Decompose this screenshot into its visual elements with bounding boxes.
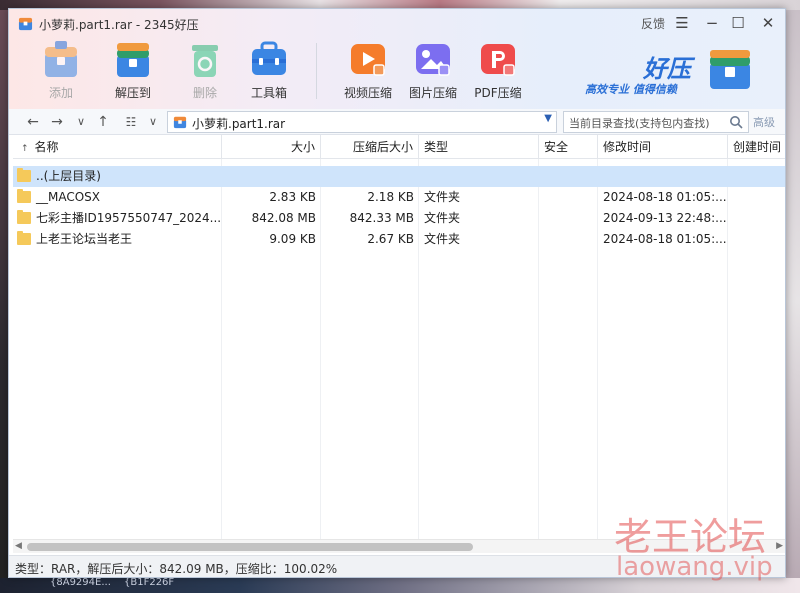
row-type: 文件夹: [424, 232, 461, 246]
folder-icon: [17, 231, 31, 245]
extract-to-button[interactable]: 解压到: [105, 39, 161, 105]
up-level-icon[interactable]: ↑: [93, 112, 113, 132]
row-type: 文件夹: [424, 190, 461, 204]
advanced-search-link[interactable]: 高级: [753, 114, 775, 130]
history-dropdown-icon[interactable]: ∨: [71, 112, 91, 132]
header: 小萝莉.part1.rar - 2345好压 反馈 ☰ − ☐ ✕ 添加 解压到…: [9, 9, 785, 109]
column-header-row: ↑ 名称 大小 压缩后大小 类型 安全 修改时间 创建时间: [13, 135, 785, 159]
add-icon: [45, 41, 77, 77]
folder-icon: [17, 210, 31, 224]
tool-label: 图片压缩: [408, 86, 457, 100]
pdf-compress-icon: [481, 44, 515, 76]
row-packed-size: 2.67 KB: [367, 232, 414, 246]
background-text: {8A9294E...: [50, 577, 111, 588]
status-text: 类型：RAR，解压后大小：842.09 MB，压缩比：100.02%: [15, 562, 338, 576]
toolbox-button[interactable]: 工具箱: [241, 39, 297, 105]
row-size: 9.09 KB: [269, 232, 316, 246]
watermark-url: laowang.vip: [616, 552, 773, 582]
table-row[interactable]: __MACOSX 2.83 KB 2.18 KB 文件夹 2024-08-18 …: [13, 187, 785, 208]
back-icon[interactable]: ←: [23, 112, 43, 132]
address-bar: ← → ∨ ↑ ☷ ∨ 小萝莉.part1.rar ▼ 当前目录查找(支持包内查…: [9, 109, 785, 135]
app-window: 小萝莉.part1.rar - 2345好压 反馈 ☰ − ☐ ✕ 添加 解压到…: [8, 8, 786, 578]
window-title: 小萝莉.part1.rar - 2345好压: [39, 18, 199, 32]
app-icon: [18, 17, 33, 31]
row-name: 七彩主播ID1957550747_2024...: [36, 211, 221, 225]
folder-icon: [17, 189, 31, 203]
video-compress-button[interactable]: 视频压缩: [340, 39, 396, 105]
table-row[interactable]: 七彩主播ID1957550747_2024... 842.08 MB 842.3…: [13, 208, 785, 229]
column-header-security[interactable]: 安全: [539, 135, 598, 159]
scroll-left-icon[interactable]: ◀: [15, 541, 22, 551]
menu-icon[interactable]: ☰: [671, 13, 693, 33]
column-header-size[interactable]: 大小: [222, 135, 321, 159]
column-header-packed-size[interactable]: 压缩后大小: [321, 135, 419, 159]
row-size: 2.83 KB: [269, 190, 316, 204]
path-dropdown-icon[interactable]: ▼: [544, 113, 552, 124]
sort-arrow-icon: ↑: [21, 144, 29, 154]
column-header-modified[interactable]: 修改时间: [598, 135, 728, 159]
row-modified: 2024-08-18 01:05:...: [603, 232, 727, 246]
column-header-name[interactable]: ↑ 名称: [13, 135, 222, 159]
search-icon[interactable]: [729, 115, 743, 129]
path-field[interactable]: 小萝莉.part1.rar ▼: [167, 111, 557, 133]
delete-icon: [192, 45, 218, 77]
row-name: 上老王论坛当老王: [36, 232, 133, 246]
forward-icon[interactable]: →: [47, 112, 67, 132]
brand-box-icon: [710, 50, 750, 89]
row-name: ..(上层目录): [36, 169, 101, 183]
maximize-icon[interactable]: ☐: [727, 13, 749, 33]
path-text: 小萝莉.part1.rar: [192, 117, 286, 131]
search-input[interactable]: 当前目录查找(支持包内查找): [563, 111, 749, 133]
toolbar-divider: [316, 43, 317, 99]
brand-logo: 好压: [643, 55, 691, 83]
pdf-compress-button[interactable]: PDF压缩: [470, 39, 526, 105]
video-compress-icon: [351, 44, 385, 76]
row-packed-size: 2.18 KB: [367, 190, 414, 204]
desktop-background-right: [786, 10, 800, 593]
tool-label: 工具箱: [250, 86, 287, 100]
table-row[interactable]: 上老王论坛当老王 9.09 KB 2.67 KB 文件夹 2024-08-18 …: [13, 229, 785, 250]
row-packed-size: 842.33 MB: [349, 211, 414, 225]
row-type: 文件夹: [424, 211, 461, 225]
toolbox-icon: [252, 41, 286, 75]
view-dropdown-icon[interactable]: ∨: [143, 112, 163, 132]
folder-icon: [17, 168, 31, 182]
column-header-type[interactable]: 类型: [419, 135, 539, 159]
add-button[interactable]: 添加: [33, 39, 89, 105]
column-header-created[interactable]: 创建时间: [728, 135, 785, 159]
tool-label: PDF压缩: [474, 86, 522, 100]
close-icon[interactable]: ✕: [757, 13, 779, 33]
tool-label: 解压到: [114, 86, 151, 100]
archive-icon: [173, 116, 187, 129]
search-placeholder: 当前目录查找(支持包内查找): [569, 117, 710, 130]
table-row[interactable]: ..(上层目录): [13, 166, 785, 187]
tool-label: 视频压缩: [343, 86, 392, 100]
row-size: 842.08 MB: [251, 211, 316, 225]
desktop-background-left: [0, 10, 8, 593]
tool-label: 添加: [48, 86, 73, 100]
scroll-right-icon[interactable]: ▶: [776, 541, 783, 551]
extract-icon: [117, 43, 149, 77]
row-modified: 2024-08-18 01:05:...: [603, 190, 727, 204]
row-name: __MACOSX: [36, 190, 101, 204]
tool-label: 删除: [192, 86, 217, 100]
view-mode-icon[interactable]: ☷: [121, 112, 141, 132]
image-compress-icon: [416, 44, 450, 76]
file-list: ↑ 名称 大小 压缩后大小 类型 安全 修改时间 创建时间 ..(上层目录) __…: [13, 135, 785, 539]
scrollbar-thumb[interactable]: [27, 543, 473, 551]
minimize-icon[interactable]: −: [701, 13, 723, 33]
row-modified: 2024-09-13 22:48:...: [603, 211, 727, 225]
brand-slogan: 高效专业 值得信赖: [585, 83, 677, 96]
background-text: {B1F226F: [124, 577, 175, 588]
image-compress-button[interactable]: 图片压缩: [405, 39, 461, 105]
titlebar[interactable]: 小萝莉.part1.rar - 2345好压 反馈 ☰ − ☐ ✕: [9, 9, 785, 37]
feedback-button[interactable]: 反馈: [641, 15, 665, 32]
delete-button[interactable]: 删除: [177, 39, 233, 105]
